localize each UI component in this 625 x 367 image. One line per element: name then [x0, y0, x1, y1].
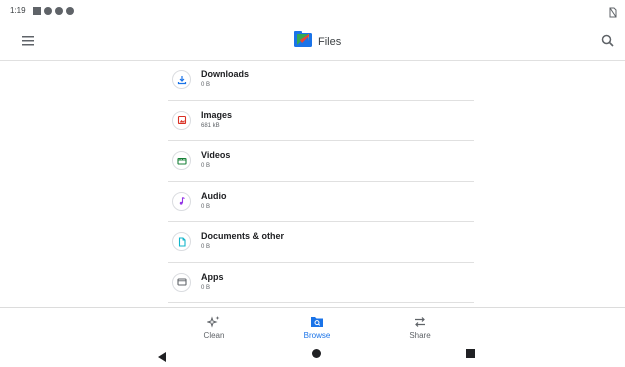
- music-note-icon: [172, 191, 191, 211]
- app-title: Files: [294, 31, 341, 52]
- menu-icon[interactable]: [18, 33, 38, 49]
- bottom-navigation: Clean Browse Share: [0, 307, 625, 344]
- document-icon: [172, 232, 191, 251]
- category-name: Images: [201, 109, 233, 120]
- sparkle-icon: [184, 315, 244, 329]
- category-row-images[interactable]: Images 681 kB: [168, 101, 474, 141]
- nav-share[interactable]: Share: [390, 315, 450, 340]
- notification-icon: [44, 7, 52, 15]
- category-row-audio[interactable]: Audio 0 B: [168, 182, 474, 222]
- video-icon: [172, 151, 191, 170]
- apps-icon: [172, 272, 191, 292]
- status-bar: 1:19: [0, 0, 625, 22]
- nav-label: Browse: [303, 331, 331, 340]
- nav-clean[interactable]: Clean: [184, 315, 244, 340]
- download-icon: [172, 70, 191, 89]
- category-row-videos[interactable]: Videos 0 B: [168, 141, 474, 182]
- category-size: 681 kB: [201, 122, 220, 129]
- home-icon[interactable]: [312, 349, 321, 358]
- category-size: 0 B: [201, 82, 211, 88]
- back-icon[interactable]: [158, 349, 167, 367]
- recents-icon[interactable]: [466, 349, 475, 358]
- notification-icon: [66, 7, 74, 15]
- category-name: Audio: [201, 190, 227, 201]
- category-row-downloads[interactable]: Downloads 0 B: [168, 60, 474, 101]
- no-sim-icon: [609, 5, 617, 23]
- app-bar: Files: [0, 22, 625, 61]
- category-name: Apps: [201, 271, 224, 282]
- category-size: 0 B: [201, 244, 211, 250]
- settings-notification-icon: [55, 7, 63, 15]
- category-row-documents[interactable]: Documents & other 0 B: [168, 222, 474, 263]
- app-title-text: Files: [318, 35, 342, 48]
- nav-label: Share: [409, 331, 431, 340]
- nav-browse[interactable]: Browse: [287, 315, 347, 340]
- category-row-apps[interactable]: Apps 0 B: [168, 263, 474, 303]
- category-name: Downloads: [201, 69, 250, 79]
- nav-label: Clean: [203, 331, 225, 340]
- status-time: 1:19: [10, 6, 26, 15]
- image-icon: [172, 110, 191, 130]
- browse-folder-icon: [287, 315, 347, 329]
- search-icon[interactable]: [599, 32, 617, 50]
- files-logo-icon: [294, 31, 312, 52]
- system-navigation-bar: [0, 345, 625, 362]
- notification-icon: [33, 7, 41, 15]
- swap-arrows-icon: [390, 315, 450, 329]
- category-size: 0 B: [201, 163, 211, 169]
- category-list: Downloads 0 B Images 681 kB Videos 0 B A…: [168, 60, 474, 303]
- category-size: 0 B: [201, 284, 211, 291]
- status-notification-icons: [33, 7, 74, 15]
- category-name: Documents & other: [201, 231, 285, 241]
- category-size: 0 B: [201, 203, 211, 210]
- category-name: Videos: [201, 150, 231, 160]
